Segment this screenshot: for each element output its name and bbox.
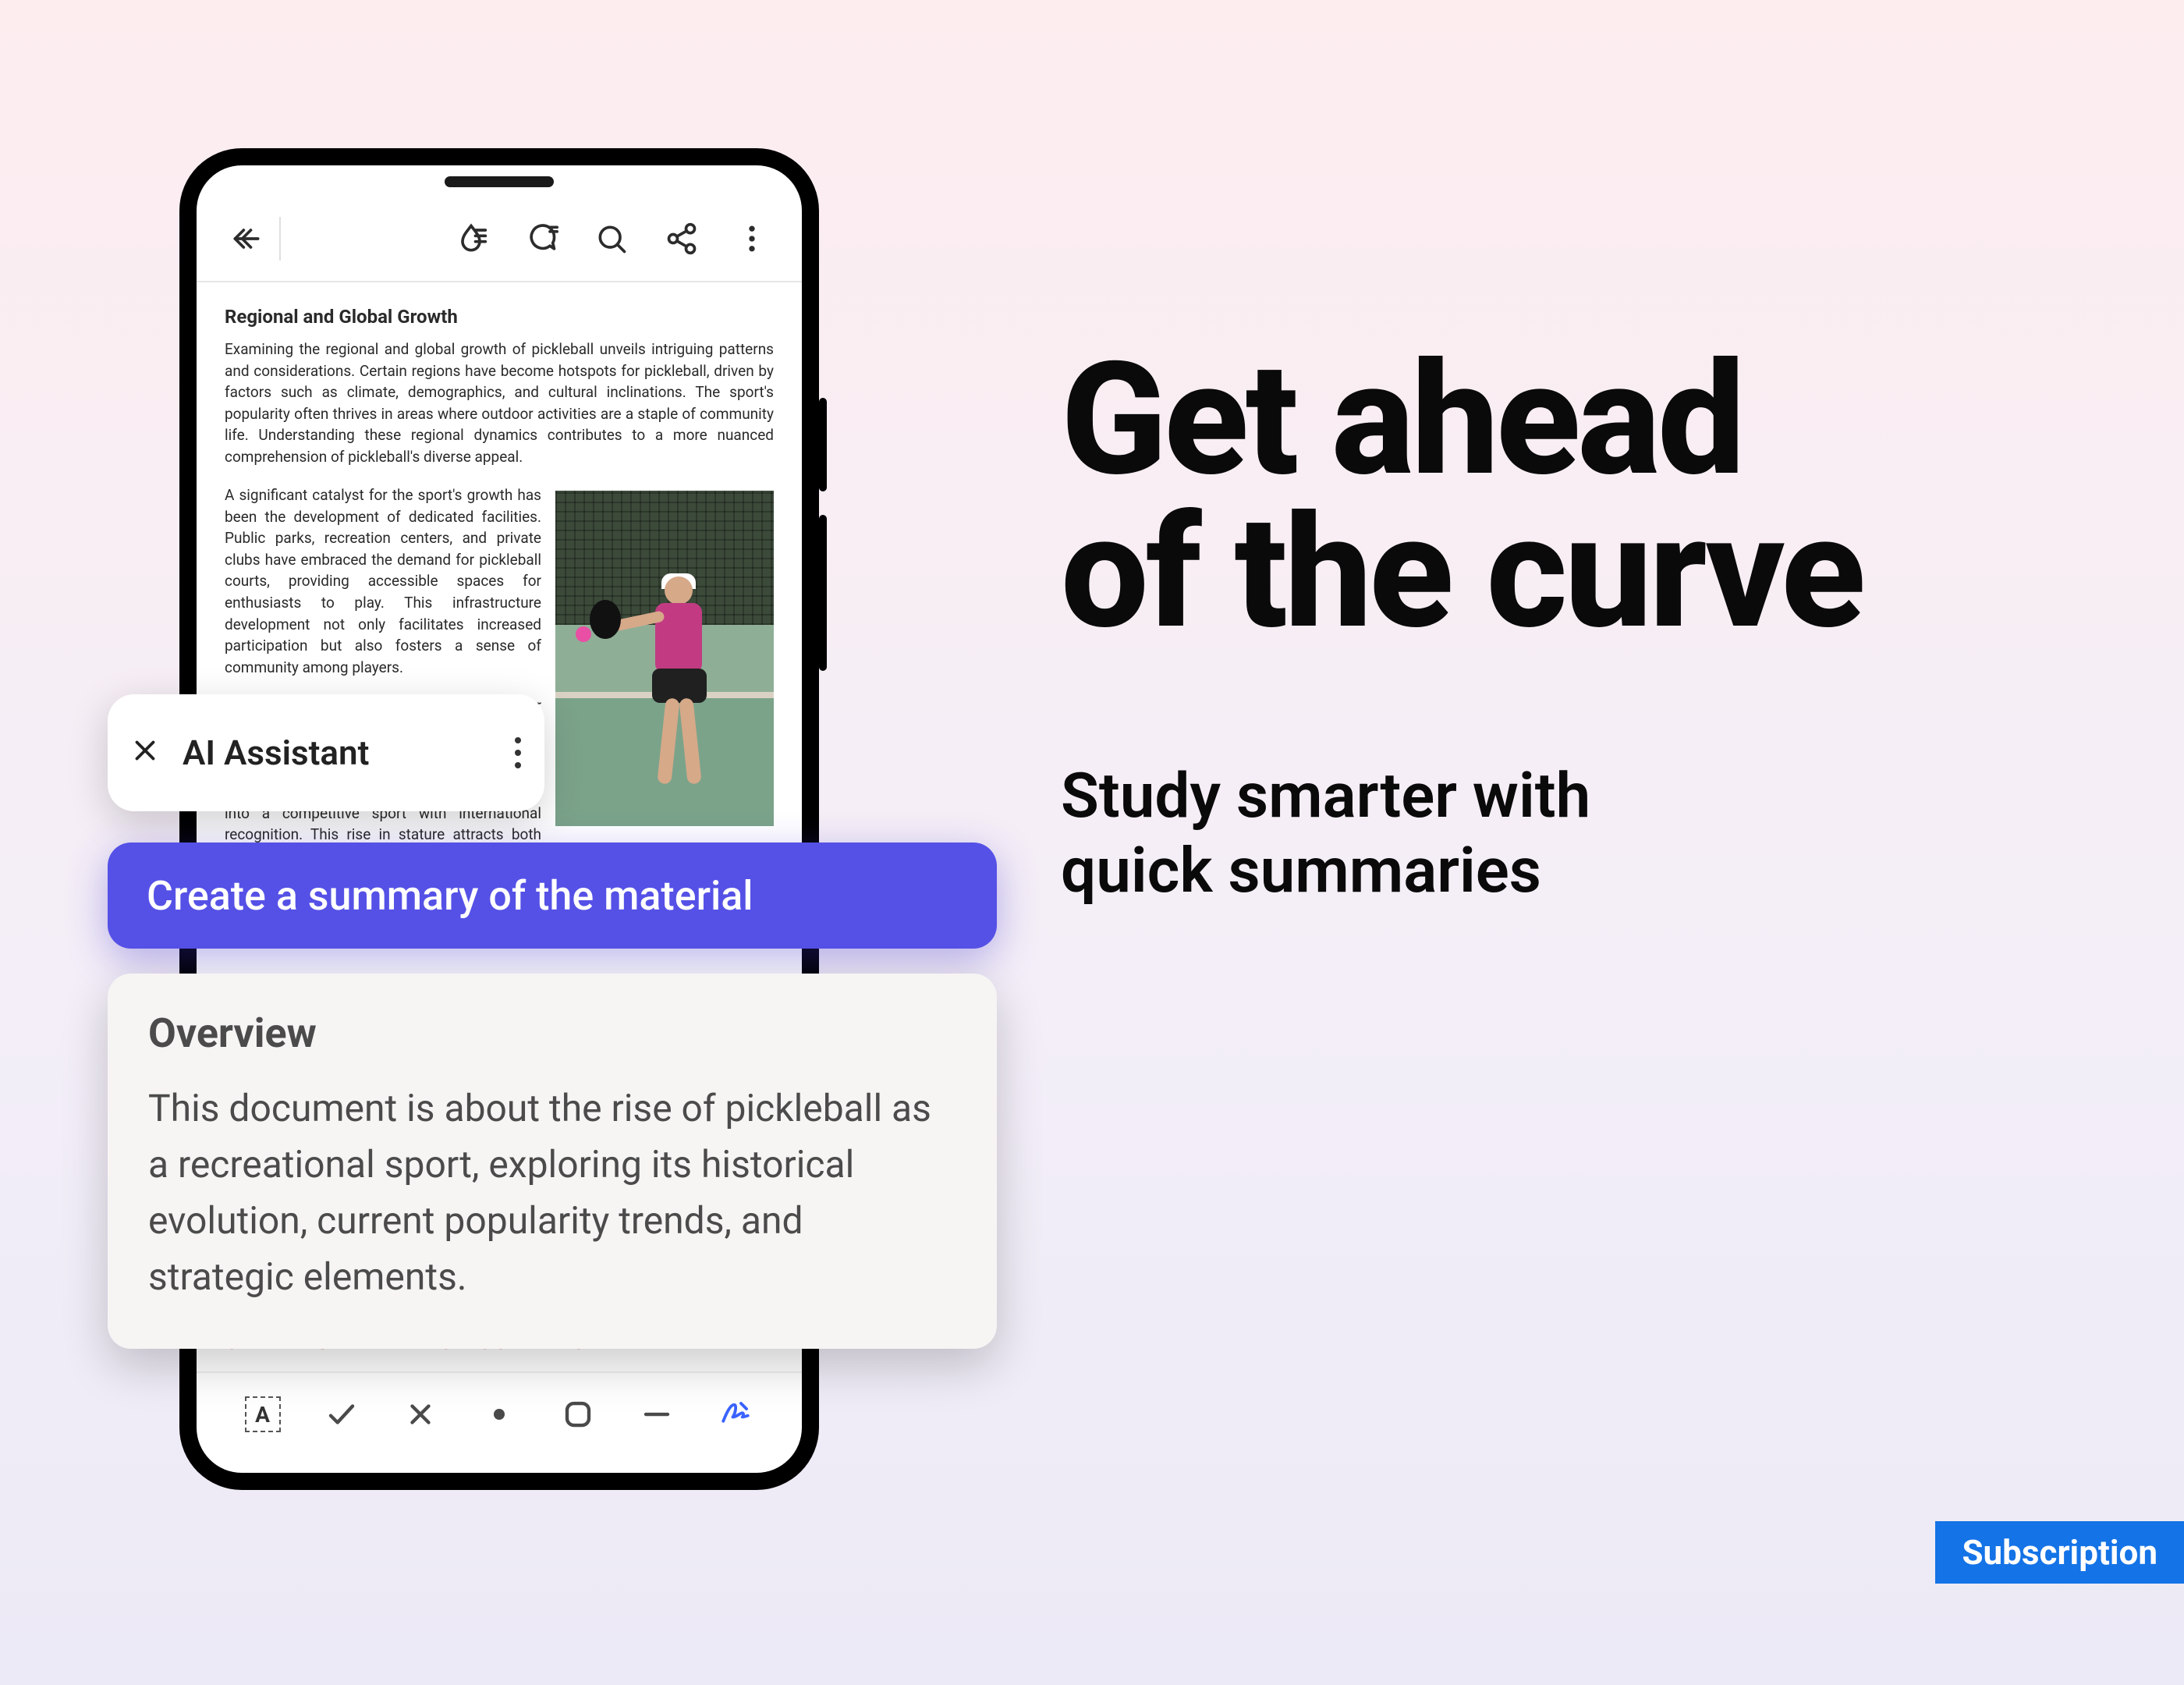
overflow-icon (735, 222, 769, 256)
ai-prompt-text: Create a summary of the material (147, 872, 753, 920)
ai-assistant-title: AI Assistant (183, 733, 491, 773)
ai-summary-card: Overview This document is about the rise… (108, 974, 997, 1349)
doc-paragraph: Examining the regional and global growth… (225, 339, 774, 467)
checkmark-tool[interactable] (319, 1392, 364, 1437)
dot-icon (483, 1398, 516, 1431)
rounded-square-icon (562, 1398, 594, 1431)
close-button[interactable] (131, 732, 159, 774)
close-icon (131, 736, 159, 764)
overflow-button[interactable] (724, 211, 780, 267)
overflow-dot (515, 737, 521, 743)
ai-summary-body: This document is about the rise of pickl… (148, 1080, 956, 1305)
cross-tool[interactable] (398, 1392, 443, 1437)
bottom-toolbar: A (197, 1371, 802, 1473)
dot-tool[interactable] (477, 1392, 522, 1437)
search-button[interactable] (583, 211, 640, 267)
app-bar (197, 197, 802, 282)
ai-overflow-button[interactable] (515, 737, 521, 768)
liquid-mode-icon (454, 222, 488, 256)
text-tool-icon: A (245, 1396, 281, 1432)
doc-heading: Regional and Global Growth (225, 306, 774, 328)
ai-summary-title: Overview (148, 1009, 956, 1057)
line-icon (640, 1398, 673, 1431)
phone-side-button (819, 398, 827, 491)
promo-headline-line2: of the curve (1061, 481, 1863, 664)
comment-icon (524, 222, 558, 256)
appbar-divider (279, 217, 281, 261)
promo-sub-line2: quick summaries (1061, 834, 1541, 907)
signature-icon (719, 1398, 752, 1431)
circle-tool[interactable] (555, 1392, 601, 1437)
back-icon (229, 222, 264, 256)
promo-headline: Get ahead of the curve (1061, 343, 2075, 649)
search-icon (594, 222, 629, 256)
promo-subtitle: Study smarter with quick summaries (1061, 758, 2075, 908)
ai-assistant-header: AI Assistant (108, 694, 544, 811)
line-tool[interactable] (634, 1392, 679, 1437)
subscription-badge: Subscription (1935, 1521, 2184, 1584)
back-button[interactable] (218, 211, 275, 267)
promo-block: Get ahead of the curve Study smarter wit… (1061, 343, 2075, 908)
subscription-label: Subscription (1962, 1532, 2157, 1573)
comment-button[interactable] (513, 211, 569, 267)
text-tool[interactable]: A (240, 1392, 285, 1437)
checkmark-icon (325, 1398, 358, 1431)
document-image (555, 491, 774, 826)
overflow-dot (515, 762, 521, 768)
share-button[interactable] (654, 211, 710, 267)
promo-sub-line1: Study smarter with (1061, 759, 1590, 832)
phone-side-button (819, 515, 827, 671)
liquid-mode-button[interactable] (443, 211, 499, 267)
cross-icon (404, 1398, 437, 1431)
share-icon (665, 222, 699, 256)
ai-prompt-chip[interactable]: Create a summary of the material (108, 842, 997, 949)
overflow-dot (515, 750, 521, 756)
signature-tool[interactable] (713, 1392, 758, 1437)
